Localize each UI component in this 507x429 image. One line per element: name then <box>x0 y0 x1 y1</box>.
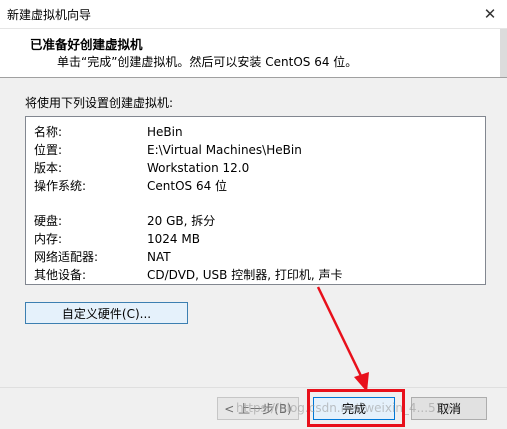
intro-text: 将使用下列设置创建虚拟机: <box>25 96 174 110</box>
arrow-head-icon <box>354 372 369 392</box>
summary-label: 名称: <box>34 125 63 139</box>
footer-divider <box>0 387 507 388</box>
summary-label: 操作系统: <box>34 179 87 193</box>
close-icon[interactable]: ✕ <box>473 0 507 28</box>
summary-label: 位置: <box>34 143 63 157</box>
summary-value: NAT <box>147 250 171 264</box>
cancel-button[interactable]: 取消 <box>411 397 487 420</box>
finish-button[interactable]: 完成 <box>313 397 395 420</box>
summary-value: 1024 MB <box>147 232 200 246</box>
back-button[interactable]: < 上一步(B) <box>217 397 299 420</box>
summary-value: Workstation 12.0 <box>147 161 250 175</box>
title-bar: 新建虚拟机向导 ✕ <box>0 0 507 29</box>
settings-summary-box: 名称: HeBin 位置: E:\Virtual Machines\HeBin … <box>25 116 486 285</box>
window-title: 新建虚拟机向导 <box>7 8 92 22</box>
customize-hardware-button[interactable]: 自定义硬件(C)... <box>25 302 188 324</box>
summary-label: 内存: <box>34 232 63 246</box>
summary-label: 版本: <box>34 161 63 175</box>
summary-value: CD/DVD, USB 控制器, 打印机, 声卡 <box>147 268 343 282</box>
header-subtitle: 单击“完成”创建虚拟机。然后可以安装 CentOS 64 位。 <box>57 55 358 69</box>
summary-value: HeBin <box>147 125 183 139</box>
summary-label: 网络适配器: <box>34 250 99 264</box>
wizard-header: 已准备好创建虚拟机 单击“完成”创建虚拟机。然后可以安装 CentOS 64 位… <box>0 29 507 78</box>
summary-label: 其他设备: <box>34 268 87 282</box>
header-scrollbar <box>500 29 507 77</box>
summary-value: 20 GB, 拆分 <box>147 214 216 228</box>
arrow-shaft <box>316 286 364 379</box>
summary-label: 硬盘: <box>34 214 63 228</box>
summary-value: CentOS 64 位 <box>147 179 228 193</box>
header-title: 已准备好创建虚拟机 <box>30 37 143 52</box>
summary-value: E:\Virtual Machines\HeBin <box>147 143 302 157</box>
